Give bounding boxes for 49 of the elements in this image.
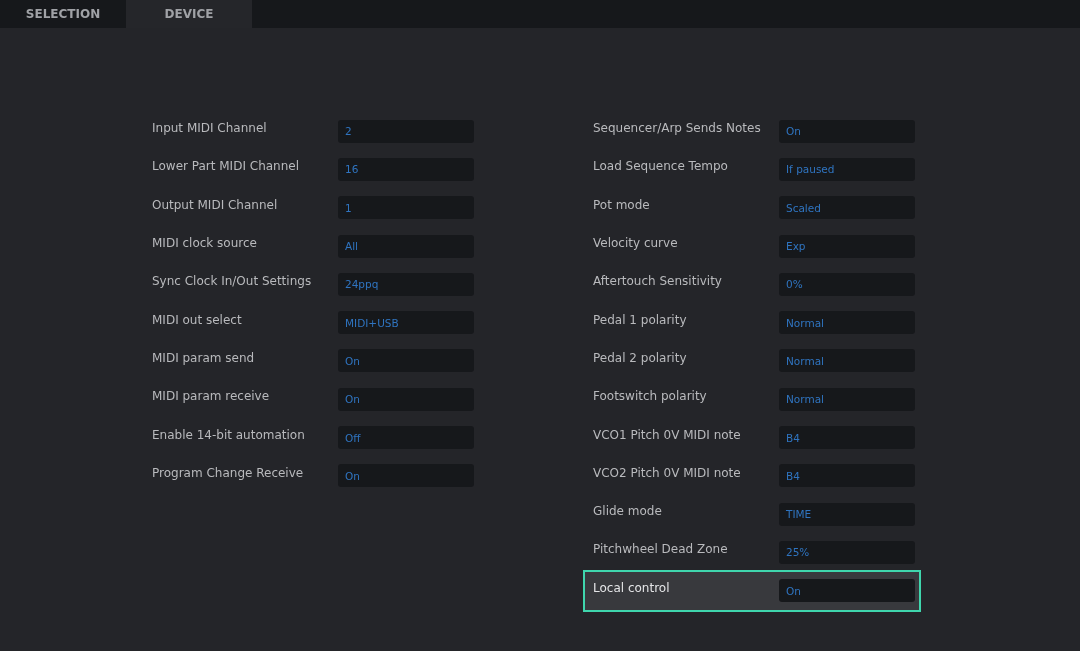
value-field[interactable]: 2 xyxy=(338,119,474,143)
value-field[interactable]: TIME xyxy=(779,502,915,526)
setting-label: Velocity curve xyxy=(593,236,678,251)
value-field[interactable]: 25% xyxy=(779,540,915,564)
setting-label: Pitchwheel Dead Zone xyxy=(593,542,728,557)
value-field[interactable]: Normal xyxy=(779,349,915,373)
value-field[interactable]: If paused xyxy=(779,157,915,181)
tab[interactable]: DEVICE xyxy=(126,0,252,28)
setting-label: Pedal 2 polarity xyxy=(593,350,687,365)
value-field[interactable]: B4 xyxy=(779,426,915,449)
setting-label: Program Change Receive xyxy=(152,465,304,480)
value-field[interactable]: Normal xyxy=(779,311,915,335)
setting-label: VCO1 Pitch 0V MIDI note xyxy=(593,427,741,442)
value-field[interactable]: B4 xyxy=(779,464,915,488)
setting-label: Local control xyxy=(593,580,670,595)
setting-label: Sequencer/Arp Sends Notes xyxy=(593,121,761,136)
setting-label: Output MIDI Channel xyxy=(152,197,278,212)
setting-label: MIDI clock source xyxy=(152,236,257,251)
setting-label: Enable 14-bit automation xyxy=(152,427,305,442)
value-field[interactable]: All xyxy=(338,234,474,258)
setting-label: Sync Clock In/Out Settings xyxy=(152,274,312,289)
value-field[interactable]: Off xyxy=(338,426,474,449)
value-field[interactable]: 0% xyxy=(779,272,915,296)
selected-row[interactable]: Local control On xyxy=(585,571,919,610)
setting-label: Load Sequence Tempo xyxy=(593,159,728,174)
setting-label: Aftertouch Sensitivity xyxy=(593,274,722,289)
value-field[interactable]: On xyxy=(779,119,915,143)
value-field[interactable]: Scaled xyxy=(779,196,915,220)
value-field[interactable]: 1 xyxy=(338,196,474,220)
setting-label: Footswitch polarity xyxy=(593,389,707,404)
value-field[interactable]: MIDI+USB xyxy=(338,311,474,335)
tab[interactable]: SELECTION xyxy=(0,0,126,28)
value-field[interactable]: On xyxy=(338,387,474,411)
value-field[interactable]: On xyxy=(338,464,474,488)
value-field[interactable]: Normal xyxy=(779,387,915,411)
value-field[interactable]: Exp xyxy=(779,234,915,258)
setting-label: Input MIDI Channel xyxy=(152,121,267,136)
setting-label: MIDI param send xyxy=(152,350,255,365)
setting-label: Pedal 1 polarity xyxy=(593,312,687,327)
setting-label: MIDI param receive xyxy=(152,389,270,404)
value-field[interactable]: On xyxy=(779,579,915,603)
setting-label: MIDI out select xyxy=(152,312,242,327)
value-field[interactable]: 16 xyxy=(338,157,474,181)
value-field[interactable]: On xyxy=(338,349,474,373)
setting-label: Glide mode xyxy=(593,504,662,519)
value-field[interactable]: 24ppq xyxy=(338,272,474,296)
setting-label: Pot mode xyxy=(593,197,650,212)
setting-label: VCO2 Pitch 0V MIDI note xyxy=(593,465,741,480)
setting-label: Lower Part MIDI Channel xyxy=(152,159,300,174)
